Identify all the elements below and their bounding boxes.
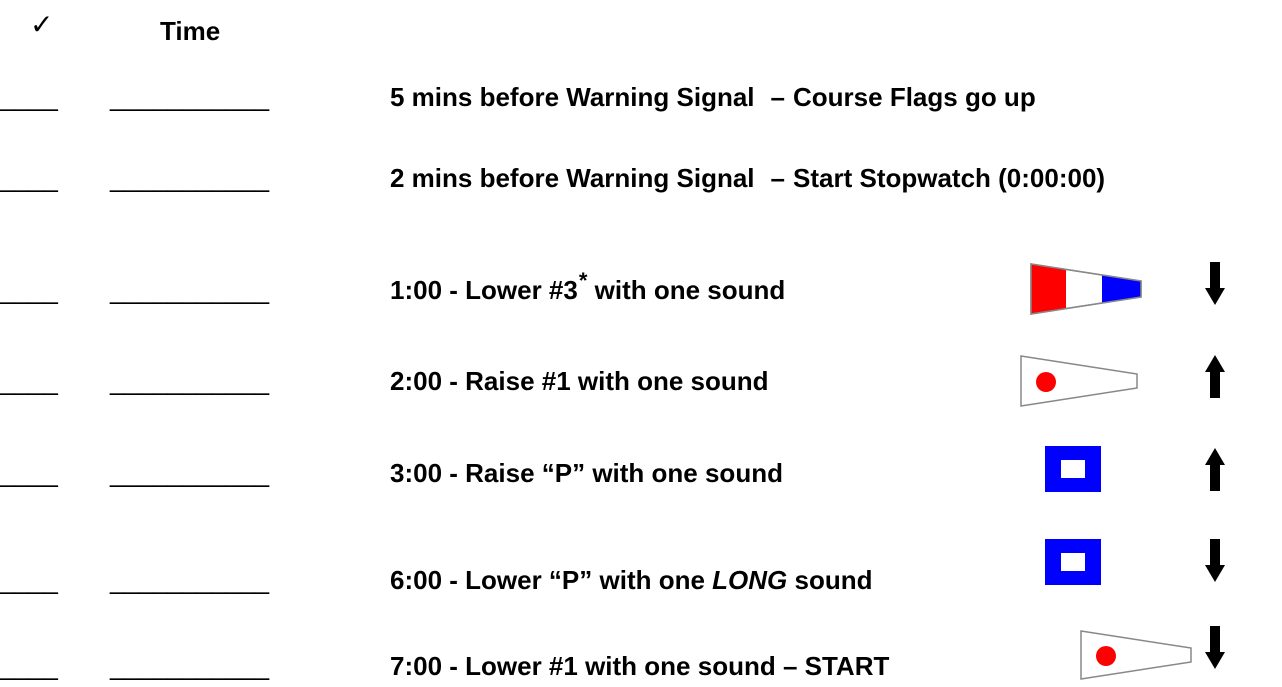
emphasis-long: LONG — [712, 565, 788, 595]
checkbox-blank-3[interactable]: ____ — [0, 275, 58, 305]
time-blank-5[interactable]: ___________ — [110, 458, 269, 488]
pennant-3-flag-icon — [1030, 263, 1142, 315]
dash: – — [770, 82, 786, 112]
step-description-2: 2 mins before Warning Signal – Start Stopw… — [390, 163, 1105, 193]
time-blank-7[interactable]: ___________ — [110, 651, 269, 681]
step-description-1: 5 mins before Warning Signal – Course Flag… — [390, 82, 1036, 112]
step-description-5: 3:00 - Raise “P” with one sound — [390, 458, 783, 488]
check-mark-icon: ✓ — [30, 8, 54, 41]
time-column-heading: Time — [160, 16, 221, 46]
step-description-6: 6:00 - Lower “P” with one LONG sound — [390, 565, 872, 595]
time-blank-3[interactable]: ___________ — [110, 275, 269, 305]
time-blank-1[interactable]: ___________ — [110, 82, 269, 112]
checkbox-blank-1[interactable]: ____ — [0, 82, 58, 112]
checkbox-blank-2[interactable]: ____ — [0, 163, 58, 193]
arrow-up-icon — [1205, 448, 1225, 491]
checkbox-blank-5[interactable]: ____ — [0, 458, 58, 488]
step-text-tail: Start Stopwatch (0:00:00) — [793, 163, 1106, 193]
arrow-down-icon — [1205, 539, 1225, 582]
checkbox-blank-7[interactable]: ____ — [0, 651, 58, 681]
step-text: 6:00 - Lower “P” with one — [390, 565, 713, 595]
p-flag-icon — [1045, 539, 1101, 585]
arrow-down-icon — [1205, 262, 1225, 305]
step-description-7: 7:00 - Lower #1 with one sound – START — [390, 651, 890, 681]
pennant-1-flag-icon — [1080, 630, 1192, 680]
time-blank-6[interactable]: ___________ — [110, 565, 269, 595]
step-description-4: 2:00 - Raise #1 with one sound — [390, 366, 769, 396]
arrow-up-icon — [1205, 355, 1225, 398]
step-text-tail: with one sound — [587, 275, 786, 305]
time-blank-4[interactable]: ___________ — [110, 366, 269, 396]
checkbox-blank-6[interactable]: ____ — [0, 565, 58, 595]
p-flag-icon — [1045, 446, 1101, 492]
checkbox-blank-4[interactable]: ____ — [0, 366, 58, 396]
time-blank-2[interactable]: ___________ — [110, 163, 269, 193]
step-text: 1:00 - Lower #3 — [390, 275, 578, 305]
step-text: 2 mins before Warning Signal — [390, 163, 755, 193]
step-text-tail: sound — [787, 565, 873, 595]
step-text: 5 mins before Warning Signal — [390, 82, 755, 112]
pennant-1-flag-icon — [1020, 355, 1138, 407]
arrow-down-icon — [1205, 626, 1225, 669]
asterisk: * — [578, 268, 588, 293]
step-description-3: 1:00 - Lower #3* with one sound — [390, 268, 786, 307]
dash: – — [770, 163, 786, 193]
step-text-tail: Course Flags go up — [793, 82, 1036, 112]
